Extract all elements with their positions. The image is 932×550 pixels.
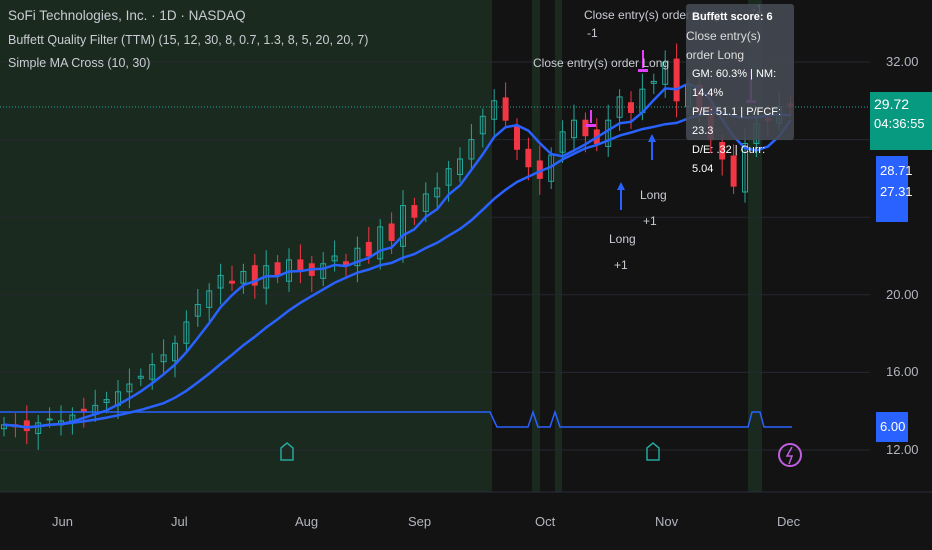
score-tag: 6.00 [876, 412, 908, 442]
long-label: Long [640, 188, 667, 202]
bg-green-band [532, 0, 540, 492]
candle [23, 420, 30, 432]
close-order-qty: -1 [587, 26, 598, 40]
bar-countdown: 04:36:55 [874, 116, 925, 131]
price-tick: 20.00 [886, 287, 919, 302]
candle [80, 408, 87, 412]
candle [229, 280, 235, 284]
price-tick: 16.00 [886, 364, 919, 379]
bg-green-zone [0, 0, 492, 492]
time-tick: Jul [171, 514, 188, 529]
price-tick: 32.00 [886, 54, 919, 69]
ma-fast-value: 28.71 [880, 163, 913, 178]
tooltip-margins: GM: 60.3% | NM: 14.4% [692, 68, 777, 99]
indicator-ma-cross[interactable]: Simple MA Cross (10, 30) [8, 56, 150, 70]
time-tick: Oct [535, 514, 556, 529]
tooltip-score: Buffett score: 6 [692, 11, 773, 23]
candle [388, 223, 395, 241]
last-price: 29.72 [874, 96, 910, 112]
tooltip-valuation: P/E: 51.1 | P/FCF: 23.3 [692, 106, 782, 137]
time-tick: Sep [408, 514, 432, 529]
time-tick: Nov [655, 514, 679, 529]
time-tick: Aug [295, 514, 319, 529]
buffett-tooltip: Buffett score: 6 Close entry(s) order Lo… [686, 4, 794, 175]
tooltip-debt: D/E: .32 | Curr: 5.04 [692, 144, 766, 175]
candle [411, 205, 418, 218]
indicator-buffett[interactable]: Buffett Quality Filter (TTM) (15, 12, 30… [8, 33, 368, 47]
candle [514, 125, 520, 150]
tooltip-overlay: Close entry(s) order Long [686, 29, 761, 62]
time-tick: Jun [52, 514, 73, 529]
candle [628, 102, 634, 113]
symbol-title: SoFi Technologies, Inc. · 1D · NASDAQ [8, 8, 246, 23]
long-arrow-icon [648, 134, 656, 160]
long-qty: +1 [643, 214, 657, 228]
candle [297, 259, 304, 271]
time-tick: Dec [777, 514, 801, 529]
close-order-label: Close entry(s) order Long [533, 56, 670, 70]
candle [46, 418, 53, 421]
candle [502, 97, 509, 121]
candle [582, 119, 589, 137]
candle [274, 262, 281, 276]
bg-green-band [555, 0, 562, 492]
last-price-tag: 29.72 04:36:55 [870, 92, 932, 150]
price-tick: 12.00 [886, 442, 919, 457]
ma-tags: 28.71 27.31 [876, 156, 913, 222]
long-arrow-icon [617, 182, 625, 210]
candle [525, 148, 532, 168]
long-label: Long [609, 232, 636, 246]
candle [365, 241, 372, 257]
candle [673, 58, 680, 102]
long-qty: +1 [614, 258, 628, 272]
ma-slow-value: 27.31 [880, 184, 913, 199]
